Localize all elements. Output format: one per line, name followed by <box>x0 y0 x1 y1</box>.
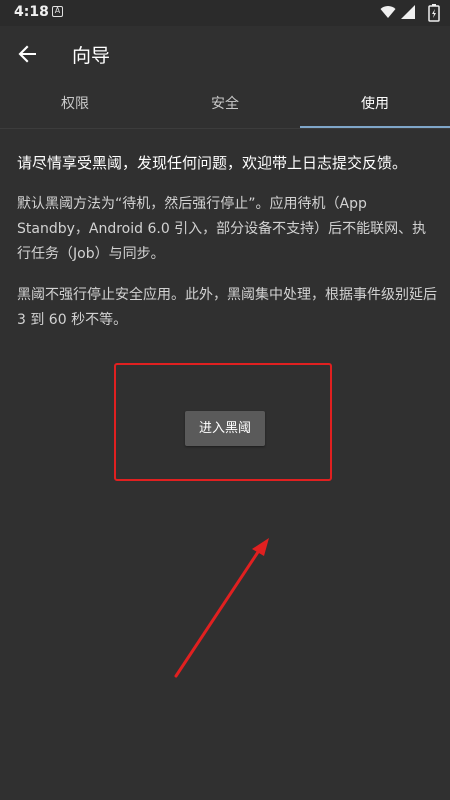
enter-brevent-button[interactable]: 进入黑阈 <box>185 411 265 446</box>
tab-usage[interactable]: 使用 <box>300 82 450 128</box>
signal-icon <box>401 5 415 19</box>
tab-bar: 权限 安全 使用 <box>0 82 450 128</box>
guide-content: 请尽情享受黑阈，发现任何问题，欢迎带上日志提交反馈。 默认黑阈方法为“待机，然后… <box>17 150 437 349</box>
tab-security[interactable]: 安全 <box>150 82 300 128</box>
method-paragraph: 默认黑阈方法为“待机，然后强行停止”。应用待机（App Standby，Andr… <box>17 196 427 262</box>
status-bar: 4:18 A <box>0 0 450 26</box>
status-time: 4:18 <box>14 4 49 20</box>
back-button[interactable] <box>10 36 46 72</box>
tab-permissions[interactable]: 权限 <box>0 82 150 128</box>
policy-paragraph: 黑阈不强行停止安全应用。此外，黑阈集中处理，根据事件级别延后 3 到 60 秒不… <box>17 287 437 328</box>
notification-icon: A <box>52 6 63 17</box>
page-title: 向导 <box>72 45 111 67</box>
intro-paragraph: 请尽情享受黑阈，发现任何问题，欢迎带上日志提交反馈。 <box>17 154 408 172</box>
wifi-icon <box>380 6 396 18</box>
battery-icon <box>428 4 440 22</box>
tab-divider <box>0 128 450 129</box>
arrow-back-icon <box>18 45 36 63</box>
app-bar: 向导 <box>0 26 450 82</box>
